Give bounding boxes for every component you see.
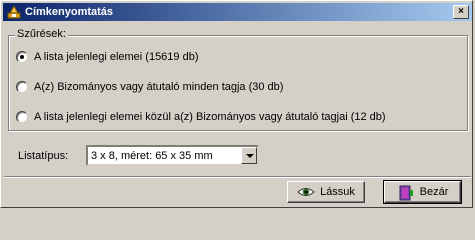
filter-option-label: A lista jelenlegi elemei (15619 db) xyxy=(34,51,199,63)
filter-option-label: A(z) Bizományos vagy átutaló minden tagj… xyxy=(34,81,284,93)
close-button-label: Bezár xyxy=(419,186,449,198)
radio-button[interactable] xyxy=(16,111,28,123)
title-bar[interactable]: Címkenyomtatás × xyxy=(3,3,472,21)
door-exit-icon xyxy=(397,185,415,201)
filter-option-current-items[interactable]: A lista jelenlegi elemei (15619 db) xyxy=(16,49,199,65)
chevron-down-icon[interactable] xyxy=(241,147,257,164)
preview-button[interactable]: Lássuk xyxy=(287,181,365,203)
window-close-button[interactable]: × xyxy=(453,5,469,19)
filter-option-all-members[interactable]: A(z) Bizományos vagy átutaló minden tagj… xyxy=(16,79,283,95)
radio-button[interactable] xyxy=(16,81,28,93)
app-icon xyxy=(6,4,22,20)
dialog-window: Címkenyomtatás × Szűrések: A lista jelen… xyxy=(0,0,473,208)
eye-icon xyxy=(297,185,315,199)
filter-group-legend: Szűrések: xyxy=(15,28,68,40)
filter-option-current-members[interactable]: A lista jelenlegi elemei közül a(z) Bizo… xyxy=(16,109,386,125)
button-separator xyxy=(4,176,471,178)
close-icon: × xyxy=(458,6,464,17)
window-title: Címkenyomtatás xyxy=(25,6,114,18)
list-type-selected-value: 3 x 8, méret: 65 x 35 mm xyxy=(91,150,213,162)
radio-button-checked[interactable] xyxy=(16,51,28,63)
list-type-label: Listatípus: xyxy=(18,150,69,162)
preview-button-label: Lássuk xyxy=(320,186,355,198)
close-button[interactable]: Bezár xyxy=(383,180,462,204)
filter-option-label: A lista jelenlegi elemei közül a(z) Bizo… xyxy=(34,111,386,123)
list-type-select[interactable]: 3 x 8, méret: 65 x 35 mm xyxy=(86,145,259,166)
